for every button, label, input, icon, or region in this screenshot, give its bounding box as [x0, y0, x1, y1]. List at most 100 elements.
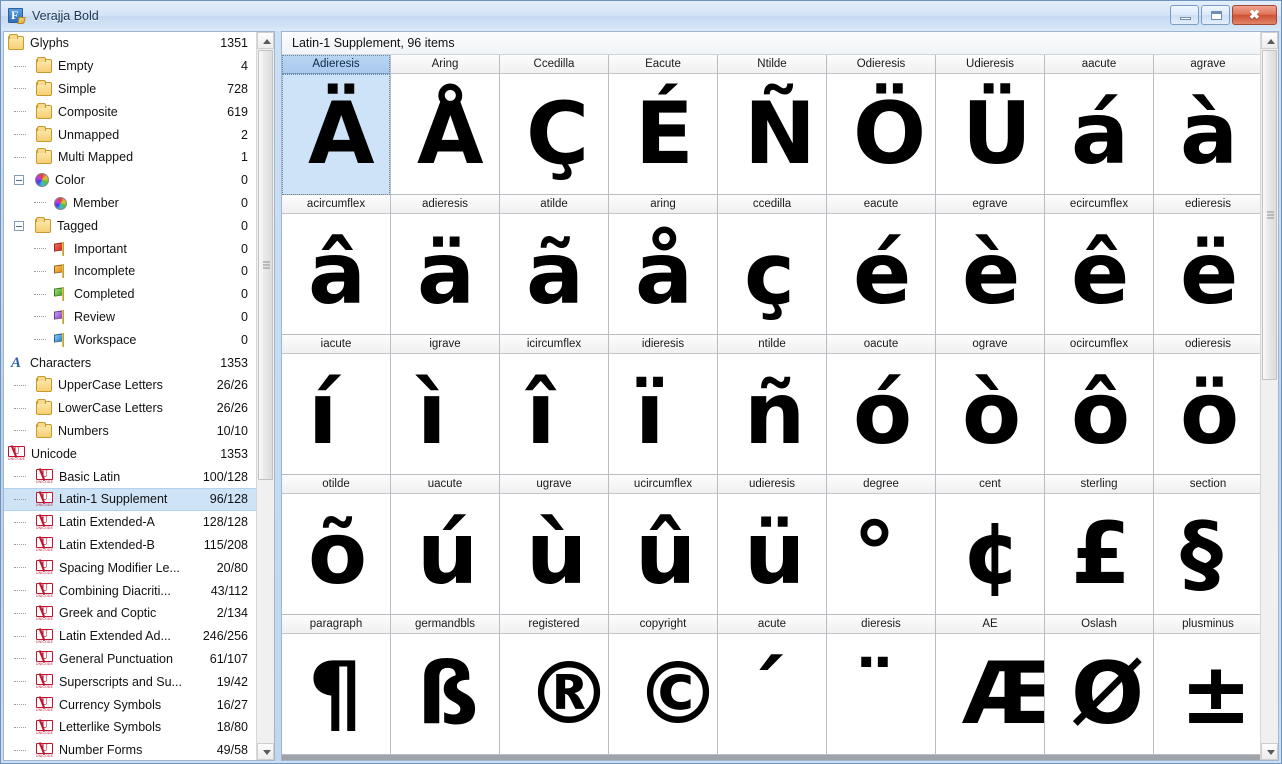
glyph-cell-preview[interactable]: ñ	[718, 354, 826, 475]
glyph-cell-preview[interactable]: á	[1045, 74, 1153, 195]
glyph-cell-idieresis[interactable]: idieresis ï	[609, 335, 718, 475]
tree-item-latin-extended-ad[interactable]: U UNICODE Latin Extended Ad... 246/256	[4, 625, 256, 648]
glyph-cell-preview[interactable]: ã	[500, 214, 608, 335]
glyph-cell-preview[interactable]: ¶	[282, 634, 390, 755]
tree-item-unmapped[interactable]: Unmapped 2	[4, 123, 256, 146]
tree-item-completed[interactable]: Completed 0	[4, 283, 256, 306]
tree-item-composite[interactable]: Composite 619	[4, 100, 256, 123]
glyph-cell-edieresis[interactable]: edieresis ë	[1154, 195, 1260, 335]
glyph-cell-preview[interactable]: ö	[1154, 354, 1260, 475]
glyph-cell-uacute[interactable]: uacute ú	[391, 475, 500, 615]
glyph-scroll-up-button[interactable]	[1261, 32, 1278, 49]
tree-item-lowercase-letters[interactable]: LowerCase Letters 26/26	[4, 397, 256, 420]
glyph-cell-preview[interactable]: ê	[1045, 214, 1153, 335]
tree-item-numbers[interactable]: Numbers 10/10	[4, 420, 256, 443]
glyph-cell-ucircumflex[interactable]: ucircumflex û	[609, 475, 718, 615]
glyph-cell-otilde[interactable]: otilde õ	[282, 475, 391, 615]
tree-item-general-punctuation[interactable]: U UNICODE General Punctuation 61/107	[4, 648, 256, 671]
glyph-cell-preview[interactable]: £	[1045, 494, 1153, 615]
close-button[interactable]: ✖	[1232, 5, 1277, 25]
glyph-cell-copyright[interactable]: copyright ©	[609, 615, 718, 755]
glyph-cell-agrave[interactable]: agrave à	[1154, 55, 1260, 195]
tree-item-workspace[interactable]: Workspace 0	[4, 328, 256, 351]
glyph-cell-aring[interactable]: aring å	[609, 195, 718, 335]
glyph-cell-adieresis[interactable]: adieresis ä	[391, 195, 500, 335]
tree-item-multi-mapped[interactable]: Multi Mapped 1	[4, 146, 256, 169]
tree-item-characters[interactable]: A Characters 1353	[4, 351, 256, 374]
glyph-grid[interactable]: Adieresis Ä Aring Å Ccedilla Ç Eacute É Ntilde Ñ O…	[282, 55, 1260, 760]
glyph-cell-igrave[interactable]: igrave ì	[391, 335, 500, 475]
glyph-cell-atilde[interactable]: atilde ã	[500, 195, 609, 335]
tree-item-review[interactable]: Review 0	[4, 306, 256, 329]
glyph-cell-dieresis[interactable]: dieresis ¨	[827, 615, 936, 755]
glyph-cell-preview[interactable]: å	[609, 214, 717, 335]
glyph-cell-preview[interactable]: Ü	[936, 74, 1044, 195]
tree-item-letterlike-symbols[interactable]: U UNICODE Letterlike Symbols 18/80	[4, 716, 256, 739]
maximize-button[interactable]	[1201, 5, 1230, 25]
glyph-cell-ecircumflex[interactable]: ecircumflex ê	[1045, 195, 1154, 335]
glyph-cell-preview[interactable]: ä	[391, 214, 499, 335]
glyph-cell-Ntilde[interactable]: Ntilde Ñ	[718, 55, 827, 195]
glyph-cell-Adieresis[interactable]: Adieresis Ä	[282, 55, 391, 195]
glyph-scroll-down-button[interactable]	[1261, 743, 1278, 760]
glyph-cell-preview[interactable]: ü	[718, 494, 826, 615]
glyph-cell-plusminus[interactable]: plusminus ±	[1154, 615, 1260, 755]
glyph-cell-icircumflex[interactable]: icircumflex î	[500, 335, 609, 475]
tree-item-superscripts-and-su[interactable]: U UNICODE Superscripts and Su... 19/42	[4, 670, 256, 693]
tree-item-latin-1-supplement[interactable]: U UNICODE Latin-1 Supplement 96/128	[4, 487, 256, 511]
glyph-cell-preview[interactable]: é	[827, 214, 935, 335]
glyph-cell-Ccedilla[interactable]: Ccedilla Ç	[500, 55, 609, 195]
tree-item-uppercase-letters[interactable]: UpperCase Letters 26/26	[4, 374, 256, 397]
glyph-scrollbar-thumb[interactable]	[1262, 50, 1277, 380]
tree-scroll-down-button[interactable]	[257, 743, 274, 760]
glyph-cell-preview[interactable]: ´	[718, 634, 826, 755]
glyph-cell-preview[interactable]: ù	[500, 494, 608, 615]
expander-icon[interactable]	[14, 220, 24, 231]
glyph-cell-germandbls[interactable]: germandbls ß	[391, 615, 500, 755]
glyph-cell-preview[interactable]: ©	[609, 634, 717, 755]
glyph-cell-iacute[interactable]: iacute í	[282, 335, 391, 475]
glyph-cell-preview[interactable]: ±	[1154, 634, 1260, 755]
glyph-cell-preview[interactable]: §	[1154, 494, 1260, 615]
glyph-cell-ocircumflex[interactable]: ocircumflex ô	[1045, 335, 1154, 475]
glyph-cell-preview[interactable]: ®	[500, 634, 608, 755]
glyph-cell-eacute[interactable]: eacute é	[827, 195, 936, 335]
glyph-cell-acute[interactable]: acute ´	[718, 615, 827, 755]
tree-item-empty[interactable]: Empty 4	[4, 55, 256, 78]
glyph-cell-ograve[interactable]: ograve ò	[936, 335, 1045, 475]
glyph-cell-preview[interactable]: ï	[609, 354, 717, 475]
glyph-cell-acircumflex[interactable]: acircumflex â	[282, 195, 391, 335]
glyph-cell-Udieresis[interactable]: Udieresis Ü	[936, 55, 1045, 195]
glyph-cell-preview[interactable]: ë	[1154, 214, 1260, 335]
tree-item-glyphs[interactable]: Glyphs 1351	[4, 32, 256, 55]
glyph-cell-preview[interactable]: ò	[936, 354, 1044, 475]
glyph-vertical-scrollbar[interactable]	[1260, 32, 1278, 760]
tree-item-combining-diacriti[interactable]: U UNICODE Combining Diacriti... 43/112	[4, 579, 256, 602]
tree-item-basic-latin[interactable]: U UNICODE Basic Latin 100/128	[4, 465, 256, 488]
tree-item-member[interactable]: Member 0	[4, 192, 256, 215]
tree-scroll-up-button[interactable]	[257, 32, 274, 49]
glyph-cell-udieresis[interactable]: udieresis ü	[718, 475, 827, 615]
tree-item-latin-extended-a[interactable]: U UNICODE Latin Extended-A 128/128	[4, 511, 256, 534]
glyph-cell-preview[interactable]: ç	[718, 214, 826, 335]
glyph-cell-preview[interactable]: î	[500, 354, 608, 475]
glyph-cell-preview[interactable]: ì	[391, 354, 499, 475]
glyph-cell-preview[interactable]: ß	[391, 634, 499, 755]
glyph-cell-aacute[interactable]: aacute á	[1045, 55, 1154, 195]
glyph-cell-preview[interactable]: à	[1154, 74, 1260, 195]
glyph-cell-preview[interactable]: ¨	[827, 634, 935, 755]
tree-item-important[interactable]: Important 0	[4, 237, 256, 260]
glyph-cell-preview[interactable]: Ä	[282, 74, 390, 195]
glyph-cell-preview[interactable]: ú	[391, 494, 499, 615]
glyph-cell-Odieresis[interactable]: Odieresis Ö	[827, 55, 936, 195]
tree-scrollbar-thumb[interactable]	[258, 50, 273, 480]
expander-icon[interactable]	[14, 175, 24, 186]
glyph-cell-paragraph[interactable]: paragraph ¶	[282, 615, 391, 755]
tree-item-spacing-modifier-le[interactable]: U UNICODE Spacing Modifier Le... 20/80	[4, 556, 256, 579]
glyph-cell-preview[interactable]: Ñ	[718, 74, 826, 195]
tree-item-color[interactable]: Color 0	[4, 169, 256, 192]
glyph-cell-preview[interactable]: °	[827, 494, 935, 615]
tree-item-unicode[interactable]: U UNICODE Unicode 1353	[4, 442, 256, 465]
tree-item-tagged[interactable]: Tagged 0	[4, 214, 256, 237]
tree-item-latin-extended-b[interactable]: U UNICODE Latin Extended-B 115/208	[4, 534, 256, 557]
